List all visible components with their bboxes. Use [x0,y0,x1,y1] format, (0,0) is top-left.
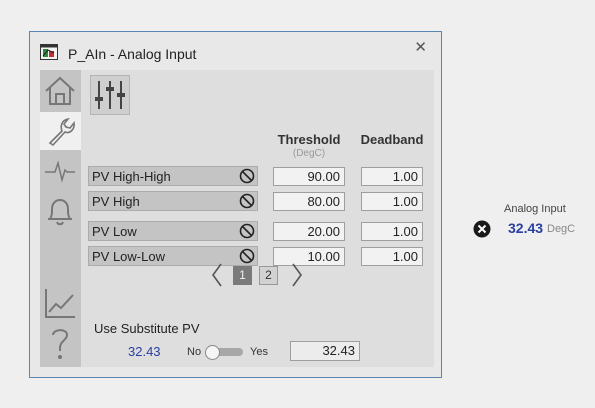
alarm-row-pv-low-low: PV Low-Low [88,246,258,266]
status-error-icon[interactable] [473,220,491,238]
deadband-input-pv-low[interactable]: 1.00 [361,222,423,241]
sidebar-item-home[interactable] [41,72,79,110]
limit-settings-button[interactable] [90,75,130,115]
sidebar-item-maintenance[interactable] [40,112,81,150]
prev-page-arrow-icon[interactable] [210,263,224,287]
alarm-row-pv-low: PV Low [88,221,258,241]
alarm-label: PV Low [92,224,137,239]
substitute-pv-label: Use Substitute PV [94,321,200,336]
suppress-icon[interactable] [239,168,255,184]
threshold-input-pv-low-low[interactable]: 10.00 [273,247,345,266]
toggle-yes-label: Yes [250,346,268,358]
faceplate-window: P_AIn - Analog Input ✕ Threshold (DegC) … [29,31,442,378]
alarm-label: PV Low-Low [92,249,165,264]
substitute-pv-toggle[interactable] [205,345,243,360]
substitute-pv-input[interactable]: 32.43 [290,341,360,361]
toggle-knob [205,345,220,360]
threshold-header: Threshold [277,132,341,147]
alarm-label: PV High-High [92,169,171,184]
page-2-button[interactable]: 2 [259,266,278,285]
trend-pulse-icon [45,160,75,183]
home-icon [45,76,75,105]
threshold-units: (DegC) [292,148,326,159]
close-button[interactable]: ✕ [414,38,427,56]
chart-icon [45,289,75,318]
sidebar-item-alarms[interactable] [41,192,79,230]
window-title: P_AIn - Analog Input [68,46,197,62]
analog-input-unit: DegC [547,223,576,235]
threshold-input-pv-high-high[interactable]: 90.00 [273,167,345,186]
sidebar-item-trends[interactable] [41,284,79,322]
page-1-button[interactable]: 1 [233,266,252,285]
help-icon [52,329,69,359]
alarm-row-pv-high: PV High [88,191,258,211]
bell-icon [48,198,72,226]
toggle-no-label: No [187,346,202,358]
suppress-icon[interactable] [239,248,255,264]
substitute-pv-value: 32.43 [128,344,161,359]
deadband-input-pv-high[interactable]: 1.00 [361,192,423,211]
faceplate-content: Threshold (DegC) Deadband PV High-High 9… [40,70,434,367]
sidebar-item-diagnostics[interactable] [41,152,79,190]
sidebar [40,70,81,367]
threshold-input-pv-high[interactable]: 80.00 [273,192,345,211]
analog-input-label: Analog Input [504,203,566,215]
deadband-header: Deadband [360,132,424,147]
next-page-arrow-icon[interactable] [290,263,304,287]
suppress-icon[interactable] [239,193,255,209]
alarm-row-pv-high-high: PV High-High [88,166,258,186]
deadband-input-pv-high-high[interactable]: 1.00 [361,167,423,186]
suppress-icon[interactable] [239,223,255,239]
alarm-label: PV High [92,194,140,209]
threshold-input-pv-low[interactable]: 20.00 [273,222,345,241]
analog-input-value[interactable]: 32.43 [508,220,543,236]
deadband-input-pv-low-low[interactable]: 1.00 [361,247,423,266]
titlebar: P_AIn - Analog Input ✕ [30,32,441,70]
app-icon [40,44,58,60]
sidebar-item-help[interactable] [41,324,79,362]
wrench-icon [48,117,75,147]
sliders-icon [95,81,125,109]
